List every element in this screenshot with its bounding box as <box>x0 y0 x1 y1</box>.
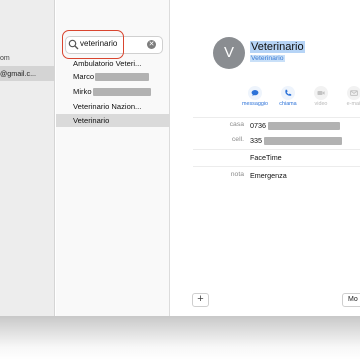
edit-button[interactable]: Mo <box>342 293 360 307</box>
contact-label: Ambulatorio Veteri... <box>73 59 142 68</box>
video-label: video <box>314 101 328 107</box>
note-value[interactable]: Emergenza <box>250 171 287 180</box>
contact-item-ambulatorio[interactable]: Ambulatorio Veteri... <box>56 57 170 70</box>
home-label: casa <box>229 121 244 128</box>
contact-name[interactable]: Veterinario <box>250 41 305 53</box>
contact-company[interactable]: Veterinario <box>250 55 285 62</box>
mail-icon <box>347 86 360 100</box>
mobile-label: cell. <box>231 136 244 143</box>
contact-label: Veterinario Nazion... <box>73 102 142 111</box>
divider <box>193 166 360 167</box>
contact-label: Marco <box>73 72 95 81</box>
divider <box>193 149 360 150</box>
mobile-phone-value[interactable]: 335 <box>250 136 342 146</box>
divider <box>193 117 360 118</box>
contacts-window: om @gmail.c... ✕ Ambulatorio Veteri... M… <box>0 0 360 318</box>
add-contact-button[interactable]: + <box>192 293 209 307</box>
phone-icon <box>281 86 295 100</box>
search-input[interactable] <box>80 39 132 48</box>
contact-item-mirko[interactable]: Mirko <box>56 85 170 98</box>
contact-label: Veterinario <box>73 116 110 125</box>
clear-search-icon[interactable]: ✕ <box>147 40 156 49</box>
avatar: V <box>213 37 245 69</box>
mobile-phone-number: 335 <box>250 136 262 145</box>
mail-label: e-mail <box>346 101 360 107</box>
video-icon <box>314 86 328 100</box>
account-label[interactable]: om <box>0 55 10 62</box>
account-email[interactable]: @gmail.c... <box>0 69 36 78</box>
message-label: messaggio <box>241 101 269 107</box>
mail-button[interactable]: e-mail <box>339 86 360 107</box>
contact-item-veterinario-nazionale[interactable]: Veterinario Nazion... <box>56 100 170 113</box>
window-shadow <box>0 316 360 360</box>
contact-item-marco[interactable]: Marco <box>56 70 170 83</box>
call-label: chiama <box>279 101 297 107</box>
contact-item-veterinario[interactable]: Veterinario <box>56 114 170 127</box>
redacted-text <box>268 122 340 131</box>
note-label: nota <box>230 171 244 178</box>
message-icon <box>248 86 262 100</box>
home-phone-value[interactable]: 0736 <box>250 121 340 131</box>
redacted-text <box>95 73 150 81</box>
search-icon <box>68 39 79 50</box>
accounts-sidebar: om @gmail.c... <box>0 0 55 318</box>
message-button[interactable]: messaggio <box>240 86 270 107</box>
redacted-text <box>264 137 342 146</box>
contact-label: Mirko <box>73 87 92 96</box>
call-button[interactable]: chiama <box>273 86 303 107</box>
facetime-value[interactable]: FaceTime <box>250 153 282 162</box>
redacted-text <box>92 88 151 96</box>
video-button[interactable]: video <box>306 86 336 107</box>
home-phone-number: 0736 <box>250 121 266 130</box>
